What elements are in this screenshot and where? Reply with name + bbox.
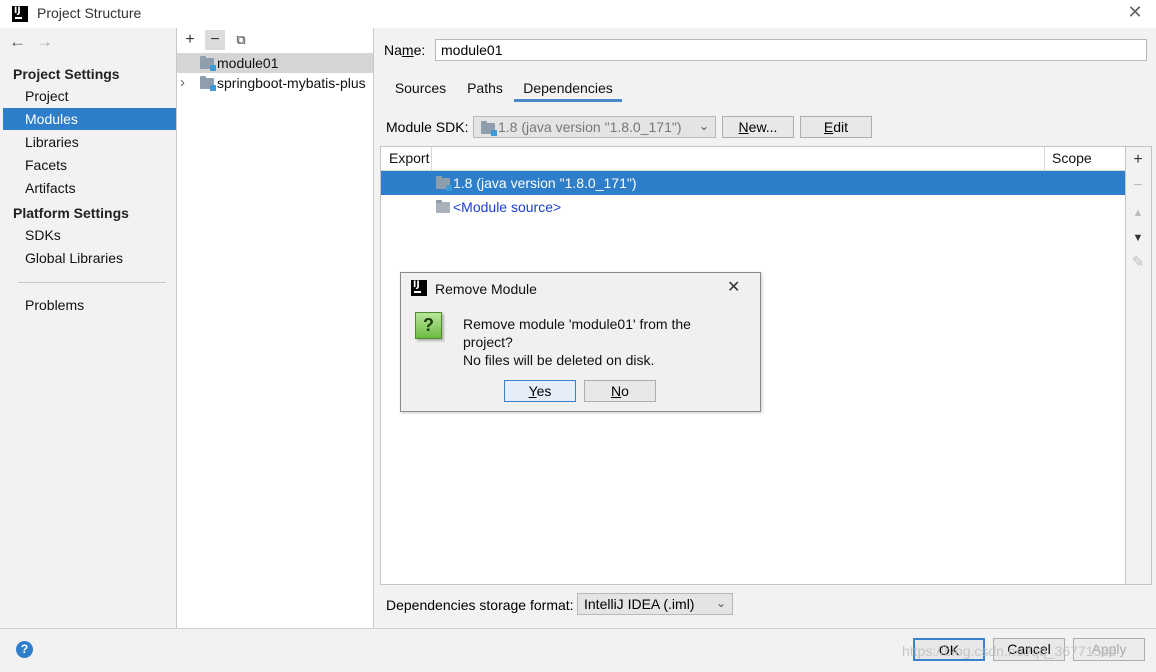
sidebar-item-problems[interactable]: Problems <box>3 294 176 316</box>
settings-sidebar: ← → Project Settings Project Modules Lib… <box>3 28 177 628</box>
chevron-down-icon: ⌄ <box>699 119 710 133</box>
tab-paths[interactable]: Paths <box>460 76 510 102</box>
module-name-field[interactable]: module01 <box>435 39 1147 61</box>
new-sdk-button[interactable]: New... <box>722 116 794 138</box>
sdk-folder-icon <box>481 121 497 136</box>
column-divider <box>431 147 432 171</box>
copy-module-icon[interactable]: ⧉ <box>231 30 251 50</box>
close-icon[interactable]: ✕ <box>1126 2 1144 23</box>
project-settings-header: Project Settings <box>13 66 120 82</box>
move-down-icon[interactable]: ▼ <box>1126 229 1150 247</box>
intellij-app-icon: IJ <box>411 280 427 296</box>
tab-sources[interactable]: Sources <box>387 76 454 102</box>
dialog-close-icon[interactable]: ✕ <box>727 277 740 297</box>
dependency-toolbar: + − ▲ ▼ ✎ <box>1126 146 1152 585</box>
dialog-message-line: Remove module 'module01' from the <box>463 316 691 332</box>
module-tree-panel: + − ⧉ module01 › springboot-mybatis-plus <box>177 28 374 628</box>
intellij-app-icon: IJ <box>12 6 28 22</box>
platform-settings-header: Platform Settings <box>13 205 129 221</box>
chevron-down-icon: ⌄ <box>716 596 727 610</box>
remove-dependency-icon[interactable]: − <box>1126 177 1150 195</box>
edit-pencil-icon[interactable]: ✎ <box>1126 254 1150 272</box>
module-source-link[interactable]: <Module source> <box>453 195 561 219</box>
sidebar-item-modules[interactable]: Modules <box>3 108 176 130</box>
add-dependency-icon[interactable]: + <box>1126 151 1150 169</box>
yes-button[interactable]: Yes <box>504 380 576 402</box>
watermark: https://blog.csdn.net/qq_36771565 <box>902 643 1117 659</box>
back-arrow-icon[interactable]: ← <box>9 32 26 52</box>
tab-dependencies[interactable]: Dependencies <box>514 76 622 102</box>
question-icon: ? <box>415 312 442 339</box>
source-folder-icon <box>436 200 450 213</box>
sdk-select-value: 1.8 (java version "1.8.0_171") <box>498 119 682 135</box>
tree-item-module01[interactable]: module01 <box>177 53 373 73</box>
column-divider <box>1044 147 1045 171</box>
table-header: Export Scope <box>381 147 1125 171</box>
module-sdk-label: Module SDK: <box>386 119 469 135</box>
tree-item-label: springboot-mybatis-plus <box>217 75 366 91</box>
sidebar-item-project[interactable]: Project <box>3 85 176 107</box>
table-row[interactable]: 1.8 (java version "1.8.0_171") <box>381 171 1125 195</box>
storage-format-select[interactable]: IntelliJ IDEA (.iml) ⌄ <box>577 593 733 615</box>
sidebar-item-facets[interactable]: Facets <box>3 154 176 176</box>
edit-sdk-button[interactable]: Edit <box>800 116 872 138</box>
dialog-message-line: No files will be deleted on disk. <box>463 352 655 368</box>
add-module-icon[interactable]: + <box>180 30 200 50</box>
scope-column-header[interactable]: Scope <box>1052 150 1092 166</box>
forward-arrow-icon[interactable]: → <box>36 32 53 52</box>
module-folder-icon <box>200 76 216 91</box>
sidebar-divider <box>18 282 166 283</box>
title-bar: IJ Project Structure ✕ <box>0 0 1156 28</box>
sidebar-item-artifacts[interactable]: Artifacts <box>3 177 176 199</box>
move-up-icon[interactable]: ▲ <box>1126 204 1150 222</box>
sidebar-item-libraries[interactable]: Libraries <box>3 131 176 153</box>
tree-item-label: module01 <box>217 55 279 71</box>
sidebar-item-sdks[interactable]: SDKs <box>3 224 176 246</box>
help-icon[interactable]: ? <box>16 641 33 658</box>
export-column-header[interactable]: Export <box>389 150 429 166</box>
dependency-label: 1.8 (java version "1.8.0_171") <box>453 175 637 191</box>
sidebar-item-global-libraries[interactable]: Global Libraries <box>3 247 176 269</box>
module-sdk-select[interactable]: 1.8 (java version "1.8.0_171") ⌄ <box>473 116 716 138</box>
tree-item-springboot-mybatis-plus[interactable]: › springboot-mybatis-plus <box>177 73 373 93</box>
expand-chevron-icon[interactable]: › <box>180 73 185 93</box>
storage-format-label: Dependencies storage format: <box>386 597 574 613</box>
sdk-folder-icon <box>436 176 452 191</box>
remove-module-dialog: IJ Remove Module ✕ ? Remove module 'modu… <box>400 272 761 412</box>
name-label: Name: <box>384 42 426 58</box>
window-title: Project Structure <box>37 5 142 21</box>
storage-select-value: IntelliJ IDEA (.iml) <box>584 596 695 612</box>
table-row[interactable]: <Module source> <box>381 195 1125 219</box>
dialog-message-line: project? <box>463 334 513 350</box>
remove-module-icon[interactable]: − <box>205 30 225 50</box>
module-folder-icon <box>200 56 216 71</box>
dialog-title: Remove Module <box>435 281 537 297</box>
no-button[interactable]: No <box>584 380 656 402</box>
